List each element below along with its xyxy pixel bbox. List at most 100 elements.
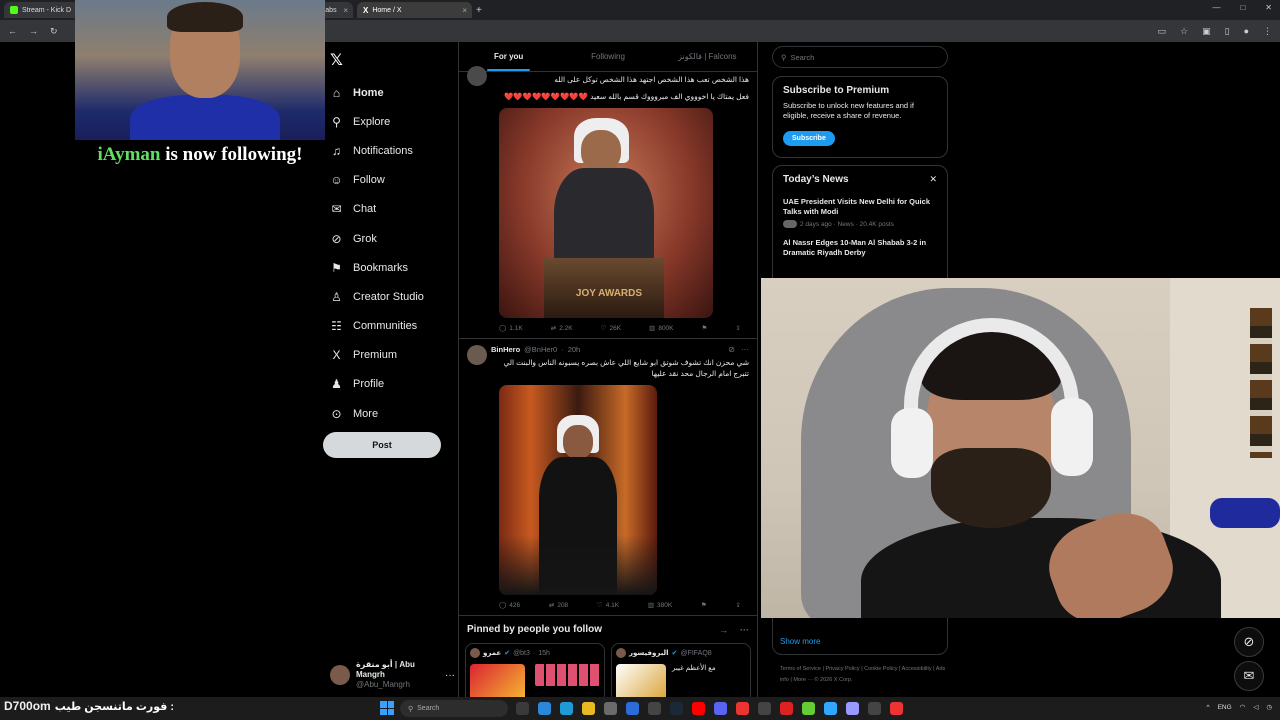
cast-icon[interactable]: ▭	[1158, 26, 1167, 37]
subscribe-button[interactable]: Subscribe	[783, 131, 835, 146]
views-button[interactable]: ▥ 380K	[648, 601, 672, 610]
tab-falcons[interactable]: فالكونز | Falcons	[658, 42, 757, 71]
taskbar-app-icon[interactable]	[582, 702, 595, 715]
search-input[interactable]: ⚲ Search	[772, 46, 948, 68]
more-options-icon[interactable]: ···	[740, 625, 749, 635]
taskbar-app-icon[interactable]	[516, 702, 529, 715]
lang-indicator[interactable]: ENG	[1218, 704, 1232, 711]
forward-icon[interactable]: →	[29, 26, 38, 36]
minimize-icon[interactable]: —	[1212, 3, 1220, 12]
taskbar-app-icon[interactable]	[560, 702, 573, 715]
taskbar-search[interactable]: ⚲ Search	[400, 700, 508, 717]
pinned-card[interactable]: البروفيسور ✔ @FIFAQ8 مع الأعظم غيبر	[611, 643, 751, 697]
nav-item-creator-studio[interactable]: ♙ Creator Studio	[330, 282, 455, 311]
nav-item-bookmarks[interactable]: ⚑ Bookmarks	[330, 253, 455, 282]
like-button[interactable]: ♡ 4.1K	[597, 601, 619, 610]
nav-item-chat[interactable]: ✉ Chat	[330, 195, 455, 224]
taskbar-app-icon[interactable]	[692, 702, 705, 715]
tweet[interactable]: BinHero @BnHer0 · 20h ⊘ ··· شي محزن انك ت…	[459, 339, 757, 616]
pinned-card[interactable]: عمرو ✔ @bt3 · 15h	[465, 643, 605, 697]
news-item[interactable]: UAE President Visits New Delhi for Quick…	[783, 197, 937, 228]
repost-button[interactable]: ⇄ 208	[549, 601, 568, 610]
extensions-icon[interactable]: ▣	[1202, 26, 1211, 37]
nav-item-label: Follow	[353, 174, 385, 187]
close-icon[interactable]: ✕	[929, 174, 937, 185]
tab-home-x[interactable]: X Home / X ×	[357, 2, 472, 18]
taskbar-app-icon[interactable]	[670, 702, 683, 715]
more-options-icon[interactable]: ···	[741, 345, 749, 354]
taskbar-app-icon[interactable]	[846, 702, 859, 715]
volume-icon[interactable]: ◁	[1253, 703, 1258, 711]
nav-item-grok[interactable]: ⊘ Grok	[330, 224, 455, 253]
reply-button[interactable]: ◯ 426	[499, 601, 520, 610]
news-item[interactable]: Al Nassr Edges 10-Man Al Shabab 3-2 in D…	[783, 238, 937, 258]
close-window-icon[interactable]: ✕	[1265, 3, 1272, 12]
share-icon[interactable]: ⇪	[736, 324, 741, 332]
x-logo-icon[interactable]: 𝕏	[330, 50, 343, 70]
taskbar-app-icon[interactable]	[538, 702, 551, 715]
nav-item-explore[interactable]: ⚲ Explore	[330, 107, 455, 136]
nav-item-follow[interactable]: ☺ Follow	[330, 166, 455, 195]
show-more-link[interactable]: Show more	[780, 637, 820, 646]
face-shape	[563, 425, 593, 459]
nav-item-more[interactable]: ⊙ More	[330, 399, 455, 428]
share-icon[interactable]: ⇪	[736, 601, 741, 609]
taskbar-app-icon[interactable]	[648, 702, 661, 715]
star-icon[interactable]: ☆	[1180, 26, 1188, 37]
account-switcher[interactable]: أبو منقرة | Abu Mangrh @Abu_Mangrh ···	[330, 660, 455, 690]
nav-item-premium[interactable]: X Premium	[330, 341, 455, 370]
repost-button[interactable]: ⇄ 2.2K	[551, 324, 573, 333]
close-icon[interactable]: ×	[343, 6, 348, 15]
chevron-up-icon[interactable]: ^	[1207, 704, 1210, 711]
taskbar-app-icon[interactable]	[780, 702, 793, 715]
wifi-icon[interactable]: ◠	[1240, 703, 1246, 711]
author-name[interactable]: BinHero	[491, 345, 520, 354]
post-button[interactable]: Post	[323, 432, 441, 458]
avatar[interactable]	[467, 66, 487, 86]
menu-icon[interactable]: ⋮	[1263, 26, 1272, 37]
nav-item-notifications[interactable]: ♫ Notifications	[330, 136, 455, 165]
bookmark-icon[interactable]: ⚑	[701, 601, 707, 609]
like-button[interactable]: ♡ 26K	[601, 324, 621, 333]
messages-icon[interactable]: ✉	[1234, 661, 1264, 691]
arrow-right-icon[interactable]: →	[719, 625, 728, 635]
footer-links[interactable]: Terms of Service | Privacy Policy | Cook…	[780, 664, 950, 686]
reload-icon[interactable]: ↻	[50, 26, 58, 37]
close-icon[interactable]: ×	[462, 6, 467, 15]
reply-button[interactable]: ◯ 1.1K	[499, 324, 523, 333]
views-button[interactable]: ▥ 800K	[649, 324, 673, 333]
nav-item-home[interactable]: ⌂ Home	[330, 78, 455, 107]
tweet-time[interactable]: 20h	[568, 345, 581, 354]
kick-icon	[10, 6, 18, 14]
avatar[interactable]	[467, 345, 487, 365]
nav-item-communities[interactable]: ☷ Communities	[330, 312, 455, 341]
tweet-actions: ◯ 1.1K ⇄ 2.2K ♡ 26K ▥ 800K ⚑ ⇪	[467, 318, 749, 333]
taskbar-apps	[516, 702, 903, 715]
taskbar-app-icon[interactable]	[824, 702, 837, 715]
windows-start-icon[interactable]	[380, 701, 394, 715]
taskbar-app-icon[interactable]	[626, 702, 639, 715]
maximize-icon[interactable]: □	[1240, 3, 1245, 12]
author-handle[interactable]: @BnHer0	[524, 345, 557, 354]
taskbar-app-icon[interactable]	[802, 702, 815, 715]
tweet[interactable]: هذا الشخص تعب هذا الشخص اجتهد هذا الشخص …	[459, 66, 757, 339]
sidepanel-icon[interactable]: ▯	[1225, 26, 1230, 37]
back-icon[interactable]: ←	[8, 26, 17, 36]
tweet-image[interactable]	[499, 385, 657, 595]
taskbar-app-icon[interactable]	[736, 702, 749, 715]
clock-icon[interactable]: ◷	[1266, 703, 1272, 711]
taskbar-app-icon[interactable]	[890, 702, 903, 715]
taskbar-app-icon[interactable]	[868, 702, 881, 715]
tweet-image[interactable]: JOY AWARDS	[499, 108, 713, 318]
more-options-icon[interactable]: ···	[445, 670, 455, 681]
grok-icon[interactable]: ⊘	[1234, 627, 1264, 657]
bookmark-icon[interactable]: ⚑	[702, 324, 708, 332]
taskbar-app-icon[interactable]	[714, 702, 727, 715]
grok-icon[interactable]: ⊘	[728, 345, 735, 354]
taskbar-app-icon[interactable]	[758, 702, 771, 715]
new-tab-icon[interactable]: +	[476, 5, 482, 16]
taskbar-app-icon[interactable]	[604, 702, 617, 715]
account-icon[interactable]: ●	[1244, 26, 1249, 37]
tab-following[interactable]: Following	[558, 42, 657, 71]
nav-item-profile[interactable]: ♟ Profile	[330, 370, 455, 399]
